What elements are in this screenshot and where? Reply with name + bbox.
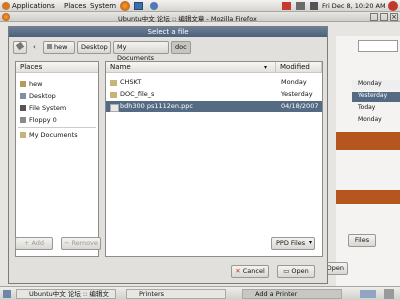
file-name: CHSKT [120,78,142,86]
trash-icon[interactable] [384,289,394,299]
add-label: Add [31,239,45,247]
remove-label: Remove [71,239,98,247]
file-icon [110,104,119,112]
column-header-name[interactable]: Name [106,62,276,73]
cancel-button[interactable]: ✕ Cancel [231,265,269,278]
mail-launcher-icon[interactable] [134,2,143,10]
pencil-icon [15,41,25,51]
orange-banner [336,190,400,204]
network-icon[interactable] [296,2,305,10]
places-divider [18,127,96,128]
cancel-icon: ✕ [235,267,241,275]
home-icon [47,44,52,49]
firefox-launcher-icon[interactable] [120,1,130,11]
place-my-documents[interactable]: My Documents [20,130,78,140]
task-add-printer[interactable]: Add a Printer [242,289,342,299]
path-button-desktop[interactable]: Desktop [77,41,111,54]
place-file-system[interactable]: File System [20,103,66,113]
table-row[interactable]: DOC_file_s Yesterday [106,89,322,100]
folder-icon [20,132,26,138]
open-button[interactable]: ▭ Open [277,265,315,278]
task-label: Add a Printer [255,290,298,298]
folder-icon [110,92,117,98]
chevron-down-icon: ▾ [309,239,313,246]
update-notifier-icon[interactable] [282,2,291,10]
firefox-titlebar: Ubuntu中文 论坛 :: 编辑文章 - Mozilla Firefox × [0,12,400,23]
place-label: Desktop [29,92,56,100]
file-chooser-dialog: Select a file ‹ hew Desktop My Documents… [8,26,328,284]
home-folder-icon [20,81,26,87]
open-icon: ▭ [283,267,290,275]
minimize-icon[interactable] [370,13,378,21]
table-row[interactable]: bdh300 ps1112en.ppc 04/18/2007 [106,101,322,112]
open-label: Open [291,267,309,275]
firefox-window-icon [2,13,10,21]
orange-banner [336,132,400,150]
place-label: My Documents [29,131,78,139]
bottom-panel: Ubuntu中文 论坛 :: 编辑文 Printers Add a Printe… [0,286,400,300]
path-button-doc[interactable]: doc [171,41,191,54]
clock[interactable]: Fri Dec 8, 10:20 AM [322,2,386,10]
folder-icon [110,80,117,86]
task-printers[interactable]: Printers [126,289,226,299]
file-modified: Monday [281,78,307,86]
places-pane: Places hew Desktop File System Floppy 0 … [15,61,99,257]
menu-system[interactable]: System [90,2,116,10]
volume-icon[interactable] [310,2,318,10]
page-search-field[interactable] [358,40,398,52]
workspace-switcher[interactable] [360,290,376,298]
drive-icon [20,105,26,111]
plus-icon: + [23,239,30,247]
edit-path-button[interactable] [13,41,27,54]
ubuntu-logo-icon[interactable] [2,2,10,10]
place-hew[interactable]: hew [20,79,42,89]
file-modified: Yesterday [281,90,313,98]
file-name: bdh300 ps1112en.ppc [120,102,193,110]
sort-arrow-icon: ▾ [264,64,268,71]
desktop-icon [20,93,26,99]
close-icon[interactable]: × [390,13,398,21]
file-modified: 04/18/2007 [281,102,319,110]
place-label: File System [29,104,67,112]
floppy-icon [20,117,26,123]
list-item: Monday [352,80,400,90]
list-item: Monday [358,116,382,123]
path-button-my-documents[interactable]: My Documents [113,41,169,62]
file-name: DOC_file_s [120,90,155,98]
minus-icon: − [64,239,70,247]
remove-bookmark-button[interactable]: − Remove [61,237,101,250]
firefox-page-right [336,36,400,286]
dialog-title: Select a file [9,27,327,37]
place-label: Floppy 0 [29,116,57,124]
cancel-label: Cancel [242,267,265,275]
chevron-left-icon[interactable]: ‹ [33,43,36,51]
task-firefox[interactable]: Ubuntu中文 论坛 :: 编辑文 [16,289,116,299]
top-panel: Applications Places System Fri Dec 8, 10… [0,0,400,12]
filter-value: PPD Files [276,239,306,247]
task-label: Ubuntu中文 论坛 :: 编辑文 [29,290,109,298]
place-floppy[interactable]: Floppy 0 [20,115,57,125]
menu-applications[interactable]: Applications [12,2,55,10]
list-item: Yesterday [352,92,400,102]
file-list: Name ▾ Modified CHSKT Monday DOC_file_s … [105,61,323,257]
column-header-modified[interactable]: Modified [276,62,322,73]
logout-icon[interactable] [388,1,398,11]
add-bookmark-button[interactable]: + Add [15,237,53,250]
table-row[interactable]: CHSKT Monday [106,77,322,88]
list-item: Today [358,104,376,111]
place-label: hew [29,80,43,88]
task-label: Printers [139,290,165,298]
maximize-icon[interactable] [380,13,388,21]
help-launcher-icon[interactable] [150,2,158,10]
place-desktop[interactable]: Desktop [20,91,56,101]
files-dropdown[interactable]: Files [348,234,376,247]
menu-places[interactable]: Places [64,2,86,10]
path-label: hew [54,43,68,51]
path-button-hew[interactable]: hew [43,41,75,54]
show-desktop-icon[interactable] [3,290,11,298]
places-header: Places [16,62,98,73]
